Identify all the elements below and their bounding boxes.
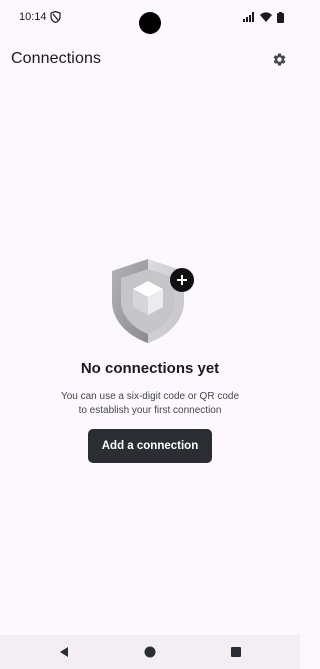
page-title: Connections <box>11 50 102 67</box>
system-nav-bar <box>0 635 300 669</box>
settings-button[interactable] <box>269 49 289 69</box>
wifi-icon <box>260 12 272 22</box>
add-connection-button[interactable]: Add a connection <box>88 429 212 463</box>
home-icon[interactable] <box>143 645 157 659</box>
recents-icon[interactable] <box>229 645 243 659</box>
gear-icon <box>273 53 285 65</box>
battery-icon <box>277 11 284 23</box>
status-icons <box>243 11 284 23</box>
status-time: 10:14 <box>19 11 47 23</box>
status-bar: 10:14 <box>0 0 300 36</box>
empty-state-description: You can use a six-digit code or QR code … <box>0 390 300 418</box>
empty-state-title: No connections yet <box>80 360 220 377</box>
back-icon[interactable] <box>57 645 71 659</box>
camera-cutout <box>139 12 161 34</box>
description-line-2: to establish your first connection <box>78 405 222 416</box>
description-line-1: You can use a six-digit code or QR code <box>60 391 240 402</box>
shield-plus-illustration <box>112 259 194 343</box>
signal-icon <box>243 12 254 22</box>
shield-status-icon <box>50 11 61 23</box>
app-bar: Connections <box>0 44 300 74</box>
